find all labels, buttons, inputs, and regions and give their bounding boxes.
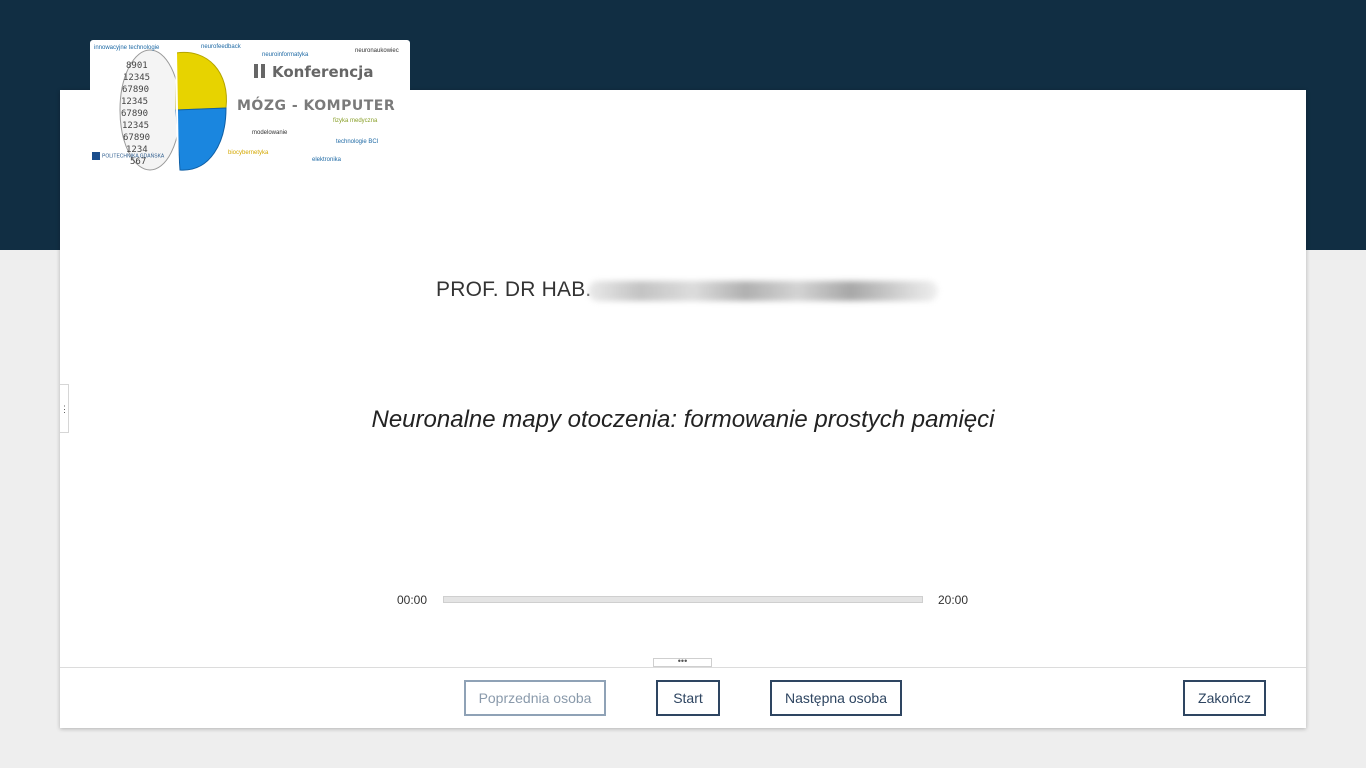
svg-text:67890: 67890 xyxy=(121,109,148,119)
logo-tag: modelowanie xyxy=(252,130,288,136)
footer-divider xyxy=(60,667,1306,668)
logo-tag: technologie BCI xyxy=(336,139,379,145)
next-person-button[interactable]: Następna osoba xyxy=(770,680,902,716)
timer-start: 00:00 xyxy=(397,593,428,607)
timer-end: 20:00 xyxy=(938,593,969,607)
logo-tag: neuronaukowiec xyxy=(355,48,399,54)
logo-tag: elektronika xyxy=(312,157,342,163)
pause-bars-icon xyxy=(254,64,266,78)
logo-tag: neuroinformatyka xyxy=(262,52,309,58)
svg-text:8901: 8901 xyxy=(126,61,148,71)
resize-handle[interactable]: ••• xyxy=(653,657,712,667)
logo-tag: neurofeedback xyxy=(201,44,241,50)
previous-person-button[interactable]: Poprzednia osoba xyxy=(464,680,606,716)
logo-title: Konferencja xyxy=(254,63,373,81)
svg-text:12345: 12345 xyxy=(123,73,150,83)
svg-text:12345: 12345 xyxy=(122,121,149,131)
logo-tag: biocybernetyka xyxy=(228,150,269,156)
side-panel-handle[interactable]: ⋮ xyxy=(60,384,69,433)
start-button[interactable]: Start xyxy=(656,680,720,716)
svg-text:12345: 12345 xyxy=(121,97,148,107)
speaker-name: PROF. DR HAB. xyxy=(436,278,592,301)
university-emblem-icon xyxy=(92,152,100,160)
logo-main-title: MÓZG - KOMPUTER xyxy=(237,98,396,114)
logo-tag: fizyka medyczna xyxy=(333,118,378,124)
university-logo: POLITECHNIKA GDAŃSKA xyxy=(92,152,164,160)
speaker-name-redacted xyxy=(588,281,938,301)
conference-logo: 8901 12345 67890 12345 67890 12345 67890 1234… xyxy=(90,40,410,174)
logo-tag: innowacyjne technologie xyxy=(94,45,160,51)
svg-text:67890: 67890 xyxy=(122,85,149,95)
finish-button[interactable]: Zakończ xyxy=(1183,680,1266,716)
progress-bar xyxy=(443,596,923,603)
svg-text:67890: 67890 xyxy=(123,133,150,143)
presentation-title: Neuronalne mapy otoczenia: formowanie pr… xyxy=(371,406,995,433)
